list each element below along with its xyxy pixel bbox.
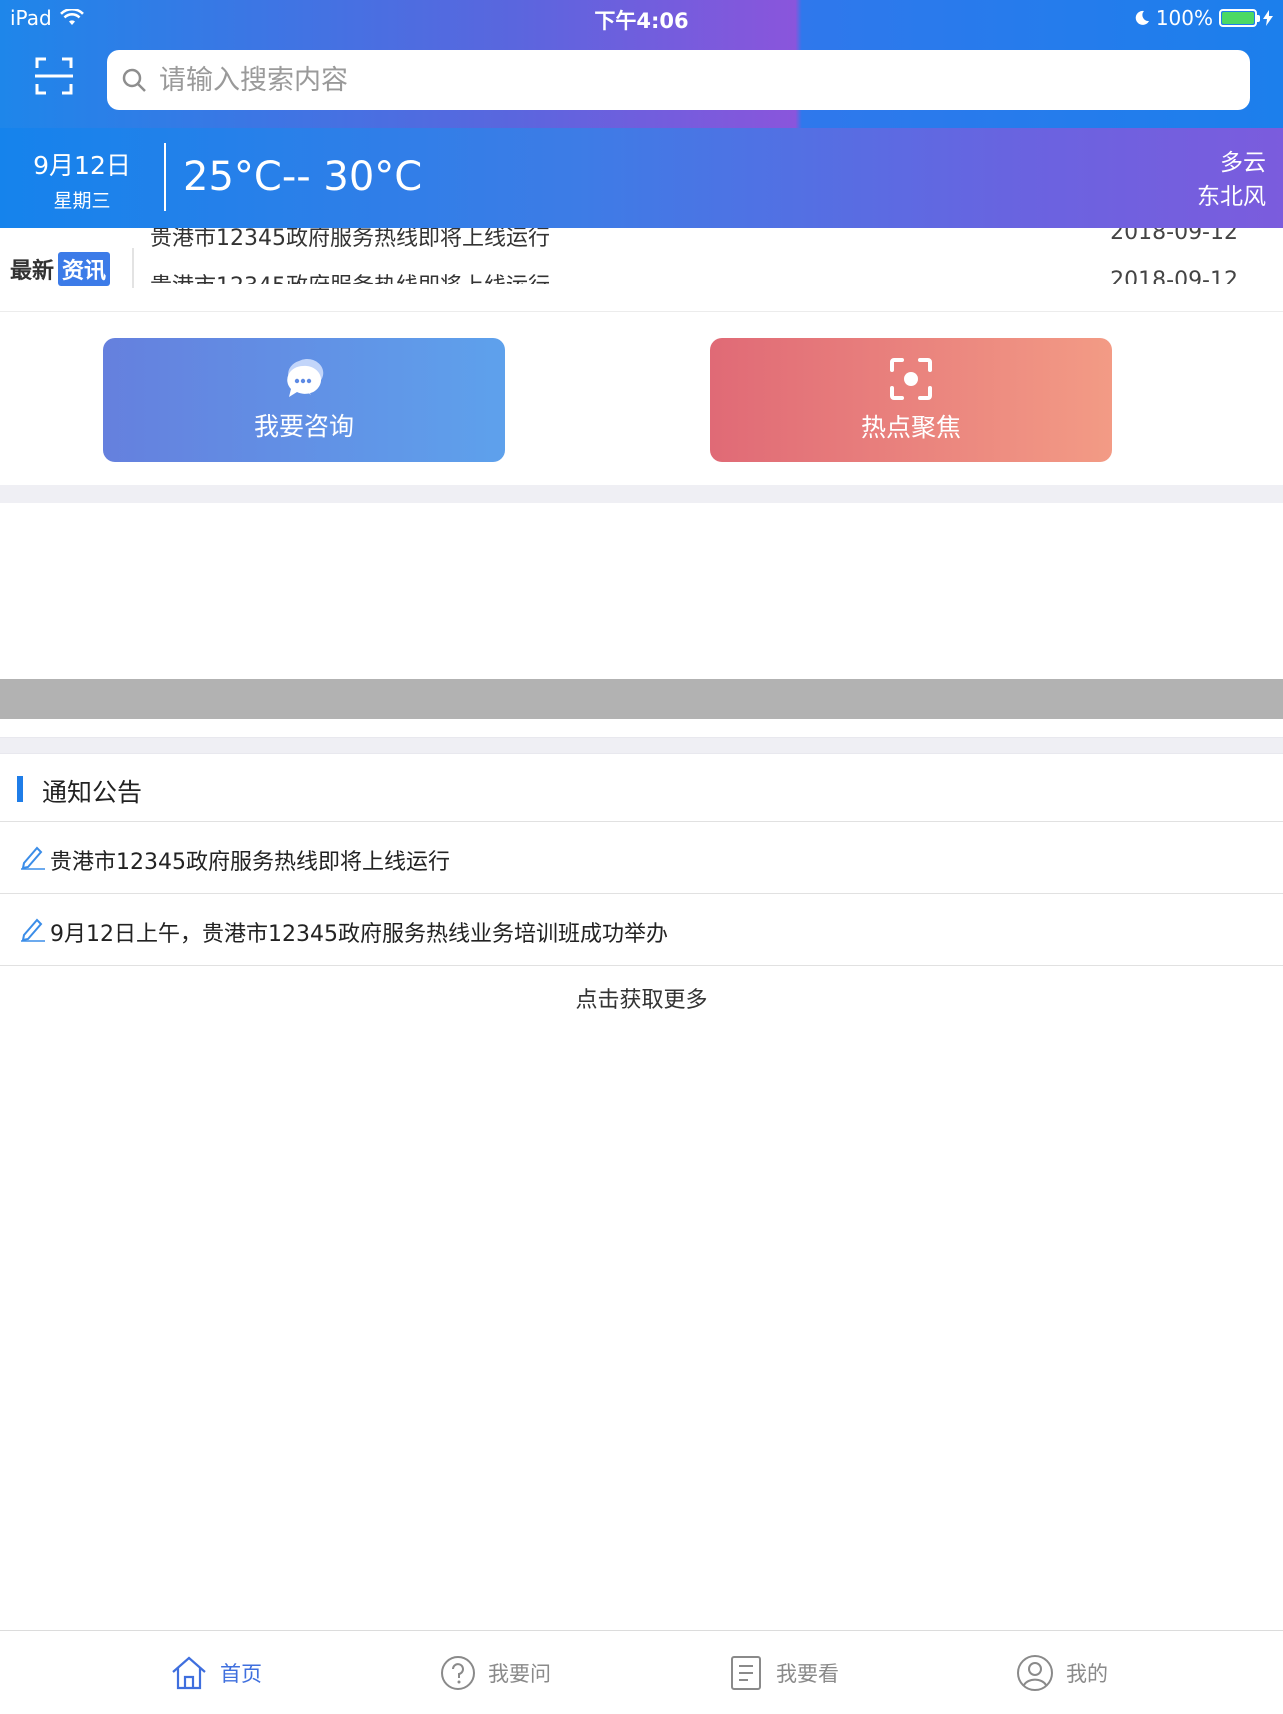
pencil-icon <box>21 846 45 870</box>
question-icon <box>441 1655 475 1690</box>
section-divider <box>0 719 1283 754</box>
news-ticker[interactable]: 最新 资讯 贵港市12345政府服务热线即将上线运行 2018-09-12 贵港… <box>0 228 1283 312</box>
tab-profile[interactable]: 我的 <box>1016 1631 1108 1714</box>
home-icon <box>172 1656 206 1689</box>
user-icon <box>1017 1654 1053 1691</box>
weather-banner: 9月12日 星期三 25°C-- 30°C 多云 东北风 <box>0 128 1283 228</box>
consult-button[interactable]: 我要咨询 <box>103 338 505 462</box>
header: iPad 下午4:06 100% <box>0 0 1283 128</box>
notice-item[interactable]: 9月12日上午，贵港市12345政府服务热线业务培训班成功举办 <box>0 894 1283 966</box>
charging-icon <box>1263 10 1273 26</box>
hot-topics-label: 热点聚焦 <box>860 413 961 442</box>
tab-label: 我要看 <box>776 1661 839 1686</box>
tab-label: 我的 <box>1066 1661 1108 1686</box>
battery-icon <box>1219 9 1260 27</box>
news-date: 2018-09-12 <box>1110 228 1238 245</box>
focus-icon <box>890 358 932 400</box>
weather-date: 9月12日 <box>33 151 131 180</box>
action-buttons: 我要咨询 热点聚焦 <box>0 312 1283 485</box>
weather-temperature: 25°C-- 30°C <box>183 154 423 200</box>
notice-title: 通知公告 <box>42 778 143 807</box>
battery-percent: 100% <box>1155 6 1213 30</box>
tab-label: 首页 <box>220 1661 262 1686</box>
consult-label: 我要咨询 <box>253 412 354 441</box>
scan-button[interactable] <box>34 56 74 96</box>
notice-text: 贵港市12345政府服务热线即将上线运行 <box>50 850 450 875</box>
load-more-button[interactable]: 点击获取更多 <box>0 966 1283 1036</box>
pencil-icon <box>21 918 45 942</box>
hot-topics-button[interactable]: 热点聚焦 <box>710 338 1112 462</box>
banner-placeholder <box>0 679 1283 719</box>
notice-item[interactable]: 贵港市12345政府服务热线即将上线运行 <box>0 822 1283 894</box>
section-marker <box>17 776 23 802</box>
weather-wind: 东北风 <box>1197 184 1266 210</box>
news-title: 贵港市12345政府服务热线即将上线运行 <box>150 228 550 251</box>
divider <box>132 248 134 288</box>
news-title: 贵港市12345政府服务热线即将上线运行 <box>150 268 550 284</box>
moon-icon <box>1135 10 1149 25</box>
divider <box>164 143 166 211</box>
search-icon <box>122 68 146 92</box>
notice-section: 通知公告 贵港市12345政府服务热线即将上线运行 9月12日上午，贵港市123… <box>0 754 1283 1036</box>
section-divider <box>0 485 1283 503</box>
news-date: 2018-09-12 <box>1110 268 1238 284</box>
weather-weekday: 星期三 <box>53 190 111 212</box>
tab-label: 我要问 <box>488 1661 551 1686</box>
weather-condition: 多云 <box>1220 150 1266 176</box>
news-badge: 资讯 <box>58 252 111 286</box>
status-time: 下午4:06 <box>594 9 689 33</box>
tab-bar: 首页 我要问 我要看 我的 <box>0 1630 1283 1713</box>
notice-text: 9月12日上午，贵港市12345政府服务热线业务培训班成功举办 <box>50 922 668 947</box>
banner-area <box>0 503 1283 679</box>
search-input[interactable] <box>159 64 1159 96</box>
status-bar: iPad 下午4:06 100% <box>0 0 1283 36</box>
scan-icon <box>35 57 73 95</box>
news-label: 最新 资讯 <box>10 252 111 286</box>
notice-header: 通知公告 <box>0 754 1283 822</box>
chat-bubble-icon <box>287 359 324 397</box>
document-icon <box>731 1655 761 1690</box>
tab-view[interactable]: 我要看 <box>728 1631 839 1714</box>
tab-home[interactable]: 首页 <box>170 1631 262 1714</box>
tab-ask[interactable]: 我要问 <box>440 1631 551 1714</box>
search-bar[interactable] <box>107 50 1250 110</box>
